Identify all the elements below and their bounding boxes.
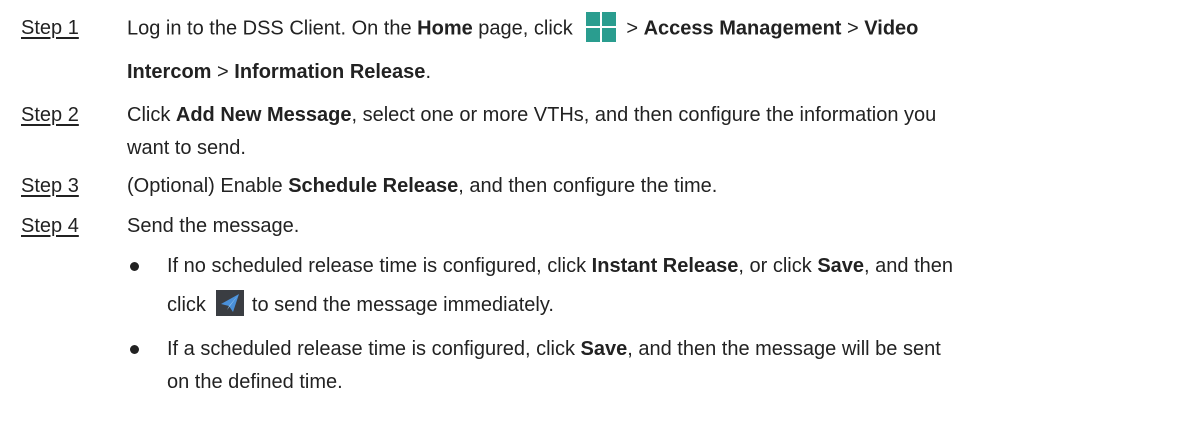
bullet-1-line-2: click to send the message immediately. (167, 289, 554, 319)
bullet-2-line-2: on the defined time. (167, 368, 343, 396)
step-2-line-2: want to send. (127, 134, 246, 162)
bullet-1-line-1: If no scheduled release time is configur… (167, 252, 953, 280)
bullet-1-text: , and then (864, 255, 953, 277)
home-term: Home (417, 17, 473, 40)
step-1-text: Log in to the DSS Client. On the (127, 17, 418, 40)
step-3-text: (Optional) Enable (127, 175, 289, 197)
bullet-1-text: , or click (738, 255, 818, 277)
step-2-text: , select one or more VTHs, and then conf… (351, 104, 937, 126)
step-1-text: > (841, 17, 865, 40)
step-2-text: Click (127, 104, 176, 126)
step-2-label: Step 2 (21, 104, 79, 126)
instant-release-term: Instant Release (591, 255, 739, 277)
step-1-line-1: Log in to the DSS Client. On the Home pa… (127, 12, 919, 44)
step-4-text: Send the message. (127, 215, 300, 237)
step-3-text: , and then configure the time. (458, 175, 718, 197)
step-1-line-2: Intercom > Information Release. (127, 58, 431, 86)
bullet-1-text: click (167, 294, 206, 316)
step-4-label: Step 4 (21, 215, 79, 237)
bullet-dot (130, 345, 139, 354)
schedule-release-term: Schedule Release (288, 175, 459, 197)
step-4-line-1: Send the message. (127, 212, 299, 240)
information-release-term: Information Release (234, 61, 426, 83)
step-3-label: Step 3 (21, 175, 79, 197)
save-term: Save (817, 255, 865, 277)
grid-menu-icon (586, 12, 617, 42)
save-term: Save (580, 338, 628, 360)
video-term: Video (864, 17, 919, 40)
add-new-message-term: Add New Message (175, 104, 352, 126)
bullet-1-text: If no scheduled release time is configur… (167, 255, 592, 277)
bullet-2-text: , and then the message will be sent (627, 338, 941, 360)
step-1-text: > (626, 17, 644, 40)
step-1-text: page, click (472, 17, 579, 40)
access-management-term: Access Management (643, 17, 842, 40)
step-3-line-1: (Optional) Enable Schedule Release, and … (127, 172, 717, 200)
step-2-text: want to send. (127, 137, 246, 159)
bullet-2-text: on the defined time. (167, 371, 343, 393)
bullet-1-text: to send the message immediately. (251, 294, 554, 316)
send-message-icon (215, 289, 244, 316)
intercom-term: Intercom (127, 61, 212, 83)
step-1-text: . (425, 61, 431, 83)
step-2-line-1: Click Add New Message, select one or mor… (127, 101, 936, 129)
bullet-2-text: If a scheduled release time is configure… (167, 338, 581, 360)
step-1-text: > (211, 61, 235, 83)
bullet-dot (130, 262, 139, 271)
bullet-2-line-1: If a scheduled release time is configure… (167, 335, 941, 363)
step-1-label: Step 1 (21, 17, 79, 39)
